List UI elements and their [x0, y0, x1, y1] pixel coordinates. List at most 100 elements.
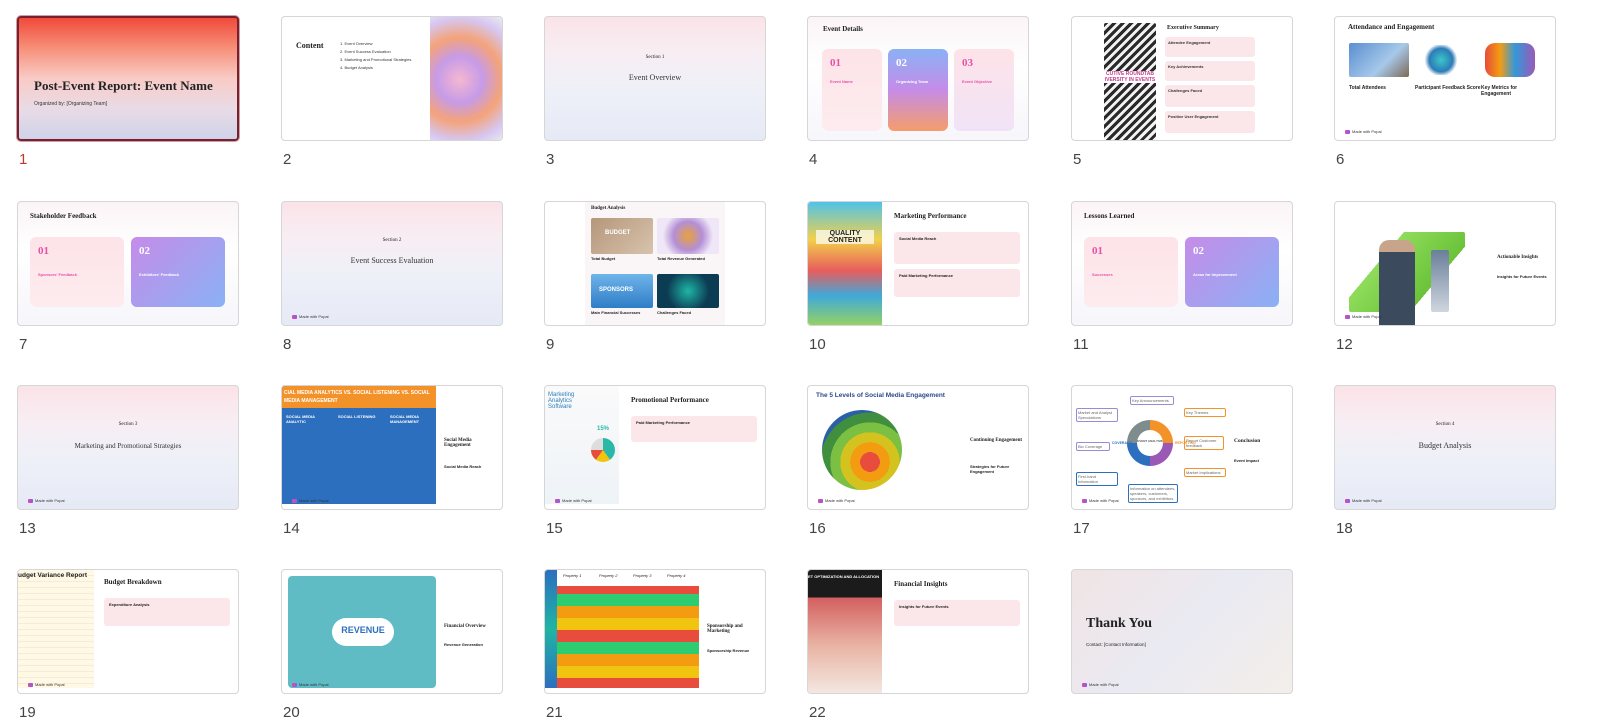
heatmap-table	[545, 570, 699, 688]
image-caption: ET OPTIMIZATION AND ALLOCATION	[808, 574, 880, 579]
slide-title: Marketing Performance	[894, 212, 967, 220]
summary-heading: Key Achievements	[1168, 64, 1204, 69]
slide-thumbnail-14[interactable]: CIAL MEDIA ANALYTICS VS. SOCIAL LISTENIN…	[281, 385, 503, 510]
column-heading: Total Attendees	[1349, 85, 1386, 91]
slide-heading: Actionable Insights	[1497, 255, 1539, 260]
person-figure	[1379, 240, 1415, 325]
node-label: First-hand Information	[1076, 472, 1118, 486]
slide-number: 22	[809, 704, 826, 721]
photo	[1349, 43, 1409, 77]
card-heading: Organizing Team	[896, 79, 929, 84]
summary-heading: Positive User Engagement	[1168, 114, 1219, 119]
card-number: 02	[896, 57, 907, 69]
slide-thumbnail-4[interactable]: Event Details 01 Event Name 02 Organizin…	[807, 16, 1029, 141]
card-heading: Event Objective	[962, 79, 993, 84]
banner-text: CIAL MEDIA ANALYTICS VS. SOCIAL LISTENIN…	[284, 390, 430, 404]
slide-thumbnail-8[interactable]: Section 2 Event Success Evaluation Made …	[281, 201, 503, 326]
card-number: 01	[830, 57, 841, 69]
slide-title: Executive Summary	[1167, 25, 1219, 31]
slide-number: 1	[19, 151, 28, 168]
slide-number: 5	[1073, 151, 1082, 168]
slide-thumbnail-17[interactable]: EVENT ANALYSIS COVERAGE REPORTING Key An…	[1071, 385, 1293, 510]
made-with-badge: Made with Popai	[292, 314, 329, 319]
budget-optimization-image	[808, 570, 882, 693]
chart-image	[657, 218, 719, 254]
slide-number: 13	[19, 520, 36, 537]
slide-thumbnail-18[interactable]: Section 4 Budget Analysis Made with Popa…	[1334, 385, 1556, 510]
slide-title: Financial Insights	[894, 580, 948, 588]
slide-thumbnail-10[interactable]: QUALITY CONTENT Marketing Performance So…	[807, 201, 1029, 326]
slide-thumbnail-6[interactable]: Attendance and Engagement Total Attendee…	[1334, 16, 1556, 141]
slide-thumbnail-13[interactable]: Section 3 Marketing and Promotional Stra…	[17, 385, 239, 510]
card-number: 01	[38, 245, 49, 257]
donut-chart	[591, 438, 615, 462]
content-item: 4. Budget Analysis	[340, 65, 373, 70]
slide-thumbnail-15[interactable]: Marketing Analytics Software 15% Promoti…	[544, 385, 766, 510]
slide-title: Financial Overview	[444, 624, 486, 629]
card-number: 02	[1193, 245, 1204, 257]
slide-thumbnail-22[interactable]: ET OPTIMIZATION AND ALLOCATION Financial…	[807, 569, 1029, 694]
slide-thumbnail-2[interactable]: Content 1. Event Overview 2. Event Succe…	[281, 16, 503, 141]
table-header: Property 1	[563, 573, 582, 578]
slide-thumbnail-9[interactable]: Budget Analysis BUDGET Total Budget Tota…	[544, 201, 766, 326]
slide-title: Attendance and Engagement	[1348, 23, 1435, 31]
slide-thumbnail-11[interactable]: Lessons Learned 01 Successes 02 Areas fo…	[1071, 201, 1293, 326]
slide-thumbnail-20[interactable]: REVENUE Financial Overview Revenue Gener…	[281, 569, 503, 694]
slide-title: Sponsorship and Marketing	[707, 624, 743, 634]
image-caption: Marketing Analytics Software	[548, 392, 575, 410]
slide-title: Conclusion	[1234, 438, 1261, 444]
slide-number: 15	[546, 520, 563, 537]
slide-title: Social Media Engagement	[444, 438, 472, 448]
slide-title: Event Success Evaluation	[350, 256, 434, 265]
slide-number: 8	[283, 336, 292, 353]
cell-heading: Total Revenue Generated	[657, 256, 705, 261]
slide-number: 10	[809, 336, 826, 353]
made-with-badge: Made with Popai	[28, 682, 65, 687]
slide-subtitle: Organized by: [Organizing Team]	[34, 101, 108, 107]
node-label: Market Implications	[1184, 468, 1226, 477]
image-caption: SPONSORS	[599, 287, 634, 293]
slide-thumbnail-1[interactable]: Post-Event Report: Event Name Organized …	[17, 16, 239, 141]
section-label: Section 2	[382, 238, 402, 243]
slide-number: 6	[1336, 151, 1345, 168]
made-with-badge: Made with Popai	[555, 498, 592, 503]
slide-title: Lessons Learned	[1084, 212, 1135, 220]
slide-number: 21	[546, 704, 563, 721]
slide-number: 18	[1336, 520, 1353, 537]
slide-thumbnail-5[interactable]: CUTIVE ROUNDTAB IVERSITY IN EVENTS Execu…	[1071, 16, 1293, 141]
card-number: 01	[1092, 245, 1103, 257]
slide-subheading: Insights for Future Events	[1497, 274, 1547, 279]
made-with-badge: Made with Popai	[1345, 314, 1382, 319]
slide-title: Event Details	[823, 25, 863, 33]
section-label: Section 3	[118, 422, 138, 427]
abstract-image	[430, 17, 502, 140]
card-heading: Sponsors' Feedback	[38, 272, 77, 277]
ring-center	[1137, 430, 1163, 456]
slide-number: 12	[1336, 336, 1353, 353]
slide-thumbnail-3[interactable]: Section 1 Event Overview	[544, 16, 766, 141]
slide-thumbnail-21[interactable]: Property 1 Property 2 Property 3 Propert…	[544, 569, 766, 694]
slide-thumbnail-12[interactable]: Actionable Insights Insights for Future …	[1334, 201, 1556, 326]
slide-number: 11	[1073, 336, 1089, 353]
table-header: Property 2	[599, 573, 618, 578]
slide-thumbnail-23[interactable]: Thank You Contact: [Contact Information]…	[1071, 569, 1293, 694]
node-label: Key Announcements	[1130, 396, 1174, 405]
node-label: Key Themes	[1184, 408, 1226, 417]
image-caption: QUALITY CONTENT	[816, 230, 874, 244]
slide-thumbnail-7[interactable]: Stakeholder Feedback 01 Sponsors' Feedba…	[17, 201, 239, 326]
slide-title: Marketing and Promotional Strategies	[74, 442, 182, 450]
slide-title: Content	[296, 41, 324, 50]
slide-title: Budget Analysis	[1418, 441, 1472, 450]
column-heading: Participant Feedback Score	[1415, 85, 1481, 91]
slide-subheading: Social Media Reach	[444, 464, 482, 469]
made-with-badge: Made with Popai	[28, 498, 65, 503]
slide-thumbnail-19[interactable]: udget Variance Report Budget Breakdown E…	[17, 569, 239, 694]
node-label: Market and Analyst Speculations	[1076, 408, 1118, 422]
slide-thumbnail-16[interactable]: The 5 Levels of Social Media Engagement …	[807, 385, 1029, 510]
slide-title: Continuing Engagement	[970, 438, 1023, 443]
card-heading: Areas for Improvement	[1193, 272, 1237, 277]
slide-number: 14	[283, 520, 300, 537]
slide-title: Promotional Performance	[631, 396, 709, 404]
cell-heading: Main Financial Successes	[591, 310, 641, 315]
section-label: Section 1	[645, 55, 665, 60]
